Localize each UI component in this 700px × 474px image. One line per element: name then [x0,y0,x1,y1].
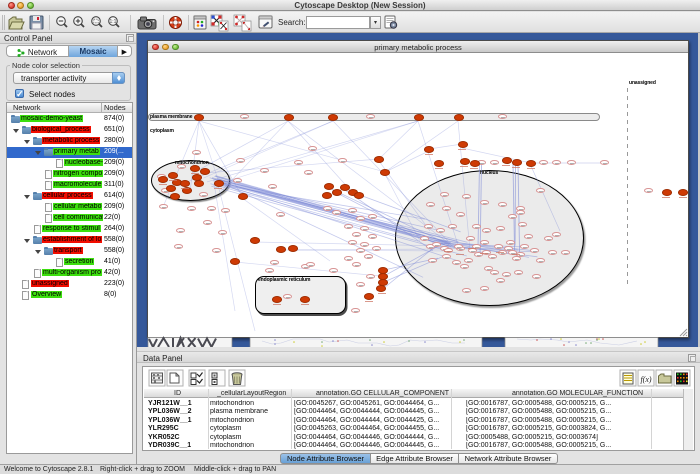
svg-text:f(x): f(x) [640,375,651,384]
svg-text:1:1: 1:1 [110,19,117,25]
